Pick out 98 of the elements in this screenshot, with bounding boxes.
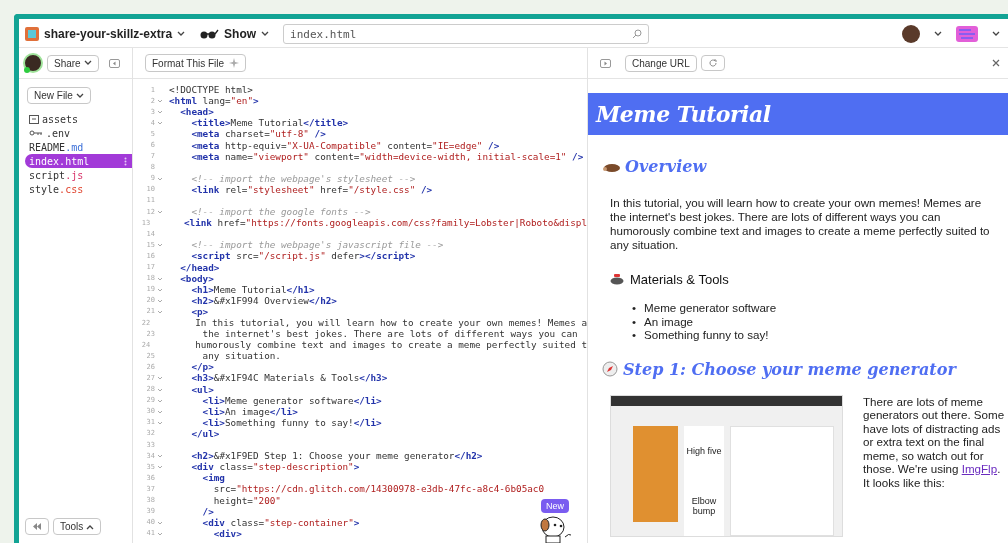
caret-icon bbox=[992, 31, 1000, 37]
caret-icon bbox=[75, 92, 84, 99]
code-line: <li>An image</li> bbox=[201, 405, 298, 417]
caret-icon bbox=[83, 60, 92, 66]
collapse-sidebar-icon[interactable] bbox=[109, 58, 120, 68]
refresh-button[interactable] bbox=[700, 55, 725, 71]
bullet: • bbox=[632, 314, 637, 328]
section-heading: Materials & Tools bbox=[630, 272, 729, 287]
curling-stone-icon bbox=[610, 274, 624, 285]
file-item[interactable]: style.css bbox=[25, 182, 132, 196]
dog-mascot-icon[interactable] bbox=[537, 513, 573, 543]
code-line: <!-- import the google fonts --> bbox=[190, 206, 371, 218]
code-line: <html lang="en"> bbox=[169, 95, 259, 107]
code-line: <body> bbox=[179, 272, 214, 284]
format-file-button[interactable]: Format This File bbox=[145, 54, 247, 72]
code-line: <meta name="viewport" content="width=device-width, initial-scale=1" /> bbox=[190, 150, 584, 162]
code-line: <h3>&#x1F94C Materials & Tools</h3> bbox=[190, 372, 388, 384]
code-line: height="200" bbox=[212, 494, 281, 506]
show-menu[interactable]: Show bbox=[199, 27, 270, 41]
avatar-icon[interactable] bbox=[23, 53, 43, 73]
caret-icon bbox=[261, 31, 270, 37]
bullet: • bbox=[632, 301, 637, 315]
hedgehog-icon bbox=[602, 161, 620, 172]
bullet: • bbox=[632, 328, 637, 342]
code-line: humorously combine text and images to create a meme perfectly suited t bbox=[194, 339, 587, 351]
list-item: Meme generator software bbox=[644, 301, 777, 315]
refresh-icon bbox=[707, 58, 718, 68]
fold-caret-icon[interactable] bbox=[157, 176, 163, 181]
close-icon[interactable] bbox=[992, 59, 1000, 67]
share-button[interactable]: Share bbox=[47, 54, 99, 72]
code-line: <h1>Meme Tutorial</h1> bbox=[191, 283, 315, 295]
code-line: <title>Meme Tutorial</title> bbox=[190, 117, 349, 129]
code-line: </ul> bbox=[190, 427, 220, 439]
fold-caret-icon[interactable] bbox=[157, 243, 163, 248]
code-line: <li>Meme generator software</li> bbox=[201, 394, 382, 406]
code-line: <li>Something funny to say!</li> bbox=[201, 416, 382, 428]
collapse-button[interactable] bbox=[25, 518, 49, 535]
file-item[interactable]: assets bbox=[25, 112, 132, 126]
folder-icon bbox=[29, 114, 39, 124]
caret-icon bbox=[177, 31, 186, 37]
list-item: An image bbox=[644, 314, 694, 328]
file-item[interactable]: .env bbox=[25, 126, 132, 140]
section-heading: Step 1: Choose your meme generator bbox=[623, 359, 956, 379]
rewind-icon bbox=[32, 523, 42, 530]
play-icon[interactable] bbox=[600, 58, 611, 68]
code-line: <meta http-equiv="X-UA-Compatible" content="IE=edge" /> bbox=[190, 139, 500, 151]
page-title: Meme Tutorial bbox=[596, 101, 771, 127]
code-line: </head> bbox=[179, 261, 220, 273]
fold-caret-icon[interactable] bbox=[157, 210, 163, 215]
code-line: <link rel="stylesheet" href="/style.css" /> bbox=[190, 183, 433, 195]
meme-caption: High five bbox=[685, 445, 723, 456]
code-line: <!-- import the webpage's stylesheet --> bbox=[190, 172, 416, 184]
code-line: <img bbox=[201, 472, 225, 484]
code-line: src="https://cdn.glitch.com/14300978-e3db-47fc-a8c4-6b05ac0 bbox=[212, 483, 545, 495]
section-heading: Overview bbox=[625, 157, 707, 176]
change-url-button[interactable]: Change URL bbox=[625, 54, 697, 72]
code-line: <!DOCTYPE html> bbox=[169, 84, 253, 96]
new-badge: New bbox=[541, 499, 569, 513]
tools-button[interactable]: Tools bbox=[53, 518, 102, 535]
photo-placeholder bbox=[633, 473, 678, 522]
code-line: /> bbox=[201, 505, 214, 517]
code-line: <head> bbox=[179, 106, 214, 118]
project-logo-icon bbox=[25, 27, 39, 41]
file-item[interactable]: README.md bbox=[25, 140, 132, 154]
code-line: <meta charset="utf-8" /> bbox=[190, 128, 326, 140]
code-line: <div class="step-container"> bbox=[201, 516, 360, 528]
intro-paragraph: In this tutorial, you will learn how to create your own memes! Memes are the internet's best jokes. There are lots of different ways you can humorously combine text and images to create a meme perfectly suited to any situation. bbox=[610, 196, 991, 252]
photo-placeholder bbox=[633, 425, 678, 474]
code-line: any situation. bbox=[201, 350, 281, 362]
code-line: </p> bbox=[190, 361, 214, 373]
code-line: <h2>&#x1F9ED Step 1: Choose your meme generator</h2> bbox=[190, 450, 483, 462]
more-icon[interactable] bbox=[124, 156, 127, 166]
avatar-icon[interactable] bbox=[902, 25, 920, 43]
code-line: <!-- import the webpage's javascript file --> bbox=[190, 239, 444, 251]
code-line: In this tutorial, you will learn how to create your own memes! Memes a bbox=[194, 317, 587, 328]
glasses-icon bbox=[199, 29, 220, 39]
code-line: <h2>&#x1F994 Overview</h2> bbox=[190, 294, 337, 306]
caret-icon bbox=[934, 31, 942, 37]
file-search-field[interactable]: index.html bbox=[283, 24, 650, 44]
search-icon bbox=[632, 29, 643, 39]
caret-up-icon bbox=[86, 523, 95, 530]
code-line: <p> bbox=[190, 305, 209, 317]
new-file-button[interactable]: New File bbox=[27, 87, 91, 104]
project-menu[interactable]: share-your-skillz-extra bbox=[25, 27, 186, 41]
file-item[interactable]: index.html bbox=[25, 154, 132, 168]
file-item[interactable]: script.js bbox=[25, 168, 132, 182]
code-line: <script src="/script.js" defer></script> bbox=[190, 250, 416, 262]
logo-icon[interactable] bbox=[956, 26, 978, 42]
code-line: the internet's best jokes. There are lots of different ways you can bbox=[201, 328, 578, 340]
code-line: <div> bbox=[212, 527, 242, 539]
compass-icon bbox=[602, 361, 618, 377]
step-paragraph: There are lots of meme generators out there. Some have lots of distracting ads or extra text on the final meme, so watch out for those. We're using ImgFlp. It looks like this: bbox=[863, 394, 1006, 491]
code-line: <div class="step-description"> bbox=[190, 461, 360, 473]
code-line: <ul> bbox=[190, 383, 214, 395]
list-item: Something funny to say! bbox=[644, 328, 769, 342]
code-line: <link href="https://fonts.googleapis.com/css?family=Lobster|Roboto&displ bbox=[182, 217, 587, 229]
meme-caption: Elbow bump bbox=[690, 495, 718, 516]
key-icon bbox=[29, 130, 43, 136]
